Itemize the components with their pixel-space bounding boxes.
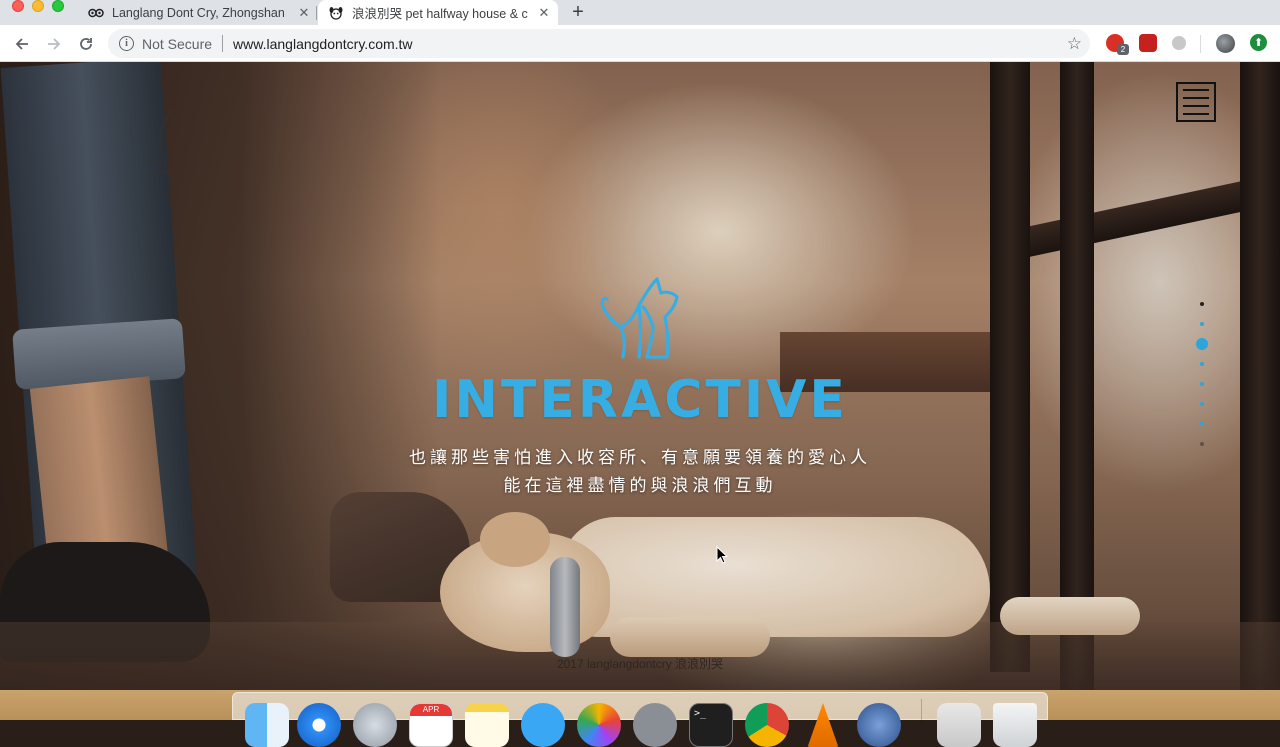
subtitle-line-2: 能在這裡盡情的與浪浪們互動 [503, 476, 777, 495]
tab-divider [316, 6, 317, 20]
nav-dot[interactable] [1200, 302, 1204, 306]
nav-dot[interactable] [1200, 362, 1204, 366]
zoom-window-button[interactable] [52, 0, 64, 12]
hero-content: INTERACTIVE 也讓那些害怕進入收容所、有意願要領養的愛心人 能在這裡盡… [340, 267, 940, 500]
app-store-icon[interactable] [521, 703, 565, 747]
reload-icon [80, 38, 92, 50]
vlc-icon[interactable] [807, 703, 839, 747]
tab-close-icon[interactable]: ✕ [296, 5, 312, 21]
page-headline: INTERACTIVE [432, 370, 848, 430]
menu-line [1183, 89, 1209, 91]
update-arrow-icon[interactable]: ⬆ [1250, 34, 1267, 51]
info-icon[interactable]: i [119, 36, 134, 51]
tab-title: Langlang Dont Cry, Zhongshan [112, 5, 285, 20]
extension-lastpass-icon[interactable] [1139, 34, 1157, 52]
address-bar[interactable]: i Not Secure www.langlangdontcry.com.tw … [108, 29, 1090, 58]
finder-icon[interactable] [245, 703, 289, 747]
tab-tripadvisor[interactable]: Langlang Dont Cry, Zhongshan ✕ [78, 0, 314, 25]
nav-dot[interactable] [1200, 422, 1204, 426]
tripadvisor-owl-icon [88, 5, 104, 21]
window-controls [12, 0, 64, 14]
hero-section: INTERACTIVE 也讓那些害怕進入收容所、有意願要領養的愛心人 能在這裡盡… [0, 62, 1280, 690]
site-logo-faint[interactable] [140, 100, 180, 190]
terminal-icon[interactable]: >_ [689, 703, 733, 747]
macos-dock: APR >_ [232, 692, 1048, 747]
photos-icon[interactable] [577, 703, 621, 747]
new-tab-button[interactable]: + [566, 0, 590, 25]
section-nav-dots [1196, 302, 1208, 452]
url-text[interactable]: www.langlangdontcry.com.tw [233, 36, 412, 52]
nav-dot[interactable] [1200, 382, 1204, 386]
tab-close-icon[interactable]: ✕ [536, 5, 552, 21]
footer-copyright: 2017 langlangdontcry 浪浪別哭 [556, 657, 724, 671]
subtitle-line-1: 也讓那些害怕進入收容所、有意願要領養的愛心人 [409, 448, 871, 467]
dock-divider [921, 699, 922, 723]
reload-button[interactable] [75, 33, 97, 55]
nav-dot[interactable] [1200, 442, 1204, 446]
calendar-month: APR [410, 704, 452, 716]
profile-avatar[interactable] [1216, 34, 1235, 53]
quicktime-icon[interactable] [857, 703, 901, 747]
trash-icon[interactable] [993, 703, 1037, 747]
chrome-icon[interactable] [745, 703, 789, 747]
security-label[interactable]: Not Secure [142, 36, 212, 52]
terminal-prompt: >_ [694, 708, 707, 719]
arrow-left-icon [15, 38, 28, 50]
forward-button[interactable] [43, 33, 65, 55]
safari-icon[interactable] [297, 703, 341, 747]
arrow-right-icon [48, 38, 61, 50]
notes-icon[interactable] [465, 703, 509, 747]
nav-dot[interactable] [1200, 402, 1204, 406]
system-preferences-icon[interactable] [633, 703, 677, 747]
downloads-folder-icon[interactable] [937, 703, 981, 747]
address-divider [222, 35, 224, 52]
extension-circle-icon[interactable] [1172, 36, 1186, 50]
nav-dot[interactable] [1200, 322, 1204, 326]
menu-line [1183, 105, 1209, 107]
close-window-button[interactable] [12, 0, 24, 12]
menu-line [1183, 97, 1209, 99]
menu-line [1183, 113, 1209, 115]
dog-face-icon [328, 5, 344, 21]
back-button[interactable] [11, 33, 33, 55]
hamburger-menu-button[interactable] [1176, 82, 1216, 122]
bookmark-star-icon[interactable]: ☆ [1067, 34, 1082, 54]
calendar-icon[interactable]: APR [409, 703, 453, 747]
mouse-cursor-icon [716, 546, 728, 564]
minimize-window-button[interactable] [32, 0, 44, 12]
tab-title: 浪浪別哭 pet halfway house & c [352, 7, 528, 21]
extension-badge: 2 [1117, 44, 1129, 55]
tab-langlang[interactable]: 浪浪別哭 pet halfway house & c ✕ [318, 0, 558, 25]
browser-toolbar: i Not Secure www.langlangdontcry.com.tw … [0, 25, 1280, 62]
tab-strip: Langlang Dont Cry, Zhongshan ✕ 浪浪別哭 pet … [0, 0, 1280, 25]
cat-outline-logo [600, 277, 679, 359]
nav-dot-active[interactable] [1196, 338, 1208, 350]
toolbar-divider [1200, 35, 1201, 53]
launchpad-icon[interactable] [353, 703, 397, 747]
